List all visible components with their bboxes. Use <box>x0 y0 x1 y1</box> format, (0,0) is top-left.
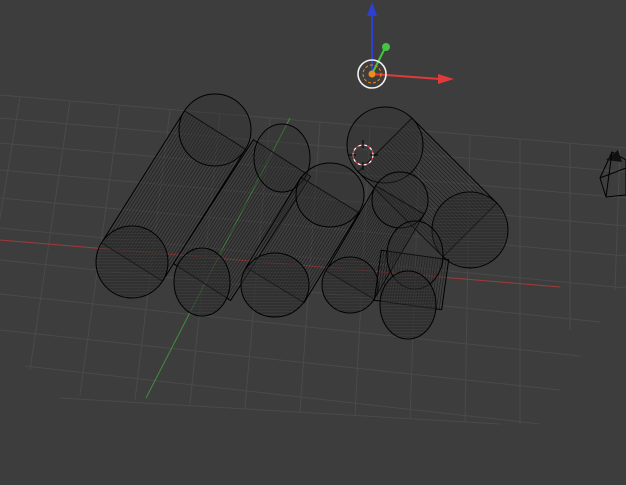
z-arrow-icon[interactable] <box>367 2 377 16</box>
camera-icon[interactable] <box>599 150 626 198</box>
scene-canvas[interactable] <box>0 0 626 485</box>
transform-manipulator-icon[interactable] <box>357 2 454 89</box>
cylinder-cap-far <box>295 162 365 228</box>
x-arrow-icon[interactable] <box>438 74 454 84</box>
cylinder-cap-near <box>379 270 437 340</box>
cylinder-objects[interactable] <box>95 93 509 340</box>
cylinder-cap-far <box>346 106 424 184</box>
3d-viewport[interactable] <box>0 0 626 485</box>
cylinder-cap-far <box>371 171 429 229</box>
origin-point-icon <box>368 70 376 78</box>
cylinder-cap-near <box>240 252 310 318</box>
cylinder-cap-near <box>173 247 231 317</box>
y-arrow-icon[interactable] <box>382 43 390 51</box>
cylinder-cap-far <box>178 93 252 167</box>
cylinder-cap-near <box>321 256 379 314</box>
